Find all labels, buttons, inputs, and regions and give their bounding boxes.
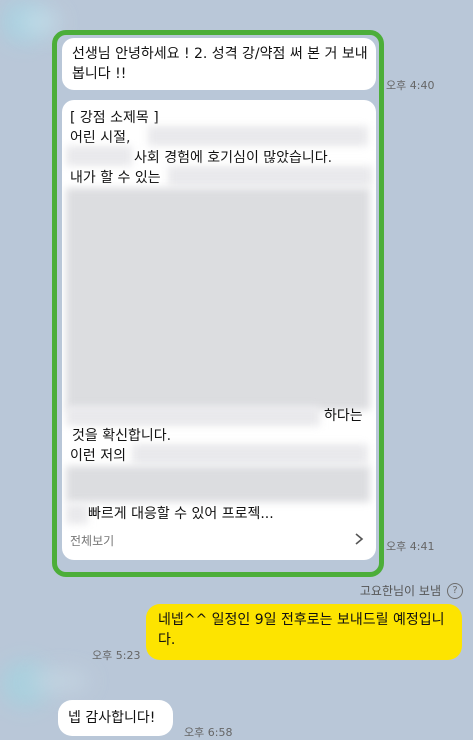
sender-name-blurred	[20, 10, 60, 34]
read-status-text: 고요한님이 보냄	[359, 584, 441, 598]
card-line-3: 사회 경험에 호기심이 많았습니다.	[134, 150, 333, 166]
card-line-4: 내가 할 수 있는	[70, 170, 161, 186]
message-time-4: 오후 6:58	[184, 726, 233, 739]
card-line-5: 하다는	[324, 408, 363, 424]
long-message-card[interactable]: [ 강점 소제목 ] 어린 시절, 사회 경험에 호기심이 많았습니다. 내가 …	[62, 100, 376, 560]
card-line-8: 빠르게 대응할 수 있어 프로젝...	[88, 506, 274, 522]
chevron-right-icon[interactable]	[352, 532, 366, 546]
view-all-link[interactable]: 전체보기	[70, 532, 114, 549]
card-line-heading: [ 강점 소제목 ]	[70, 110, 159, 126]
message-text: 네넵^^ 일정인 9일 전후로는 보내드릴 예정입니다.	[158, 612, 445, 648]
message-text: 넵 감사합니다!	[68, 710, 156, 726]
message-time-2: 오후 4:41	[386, 540, 435, 553]
blurred-text	[66, 406, 320, 426]
blurred-paragraph	[66, 466, 370, 502]
blurred-text	[132, 444, 368, 464]
card-line-6: 것을 확신합니다.	[72, 428, 172, 444]
blurred-text	[66, 504, 88, 524]
card-line-7: 이런 저의	[70, 448, 126, 464]
sender-name-blurred	[30, 670, 90, 692]
incoming-message-1[interactable]: 선생님 안녕하세요 ! 2. 성격 강/약점 써 본 거 보내봅니다 !!	[62, 38, 376, 90]
message-text: 선생님 안녕하세요 ! 2. 성격 강/약점 써 본 거 보내봅니다 !!	[72, 46, 368, 82]
incoming-message-3[interactable]: 넵 감사합니다!	[58, 700, 173, 736]
read-status: 고요한님이 보냄 ?	[360, 582, 463, 599]
help-circle-icon[interactable]: ?	[447, 582, 463, 599]
blurred-text	[148, 126, 368, 146]
blurred-text	[168, 166, 372, 186]
message-time-3: 오후 5:23	[92, 649, 141, 662]
outgoing-message[interactable]: 네넵^^ 일정인 9일 전후로는 보내드릴 예정입니다.	[146, 604, 462, 660]
blurred-text	[66, 146, 132, 166]
message-time-1: 오후 4:40	[386, 79, 435, 92]
blurred-paragraph	[66, 188, 370, 410]
card-line-2: 어린 시절,	[70, 130, 131, 146]
